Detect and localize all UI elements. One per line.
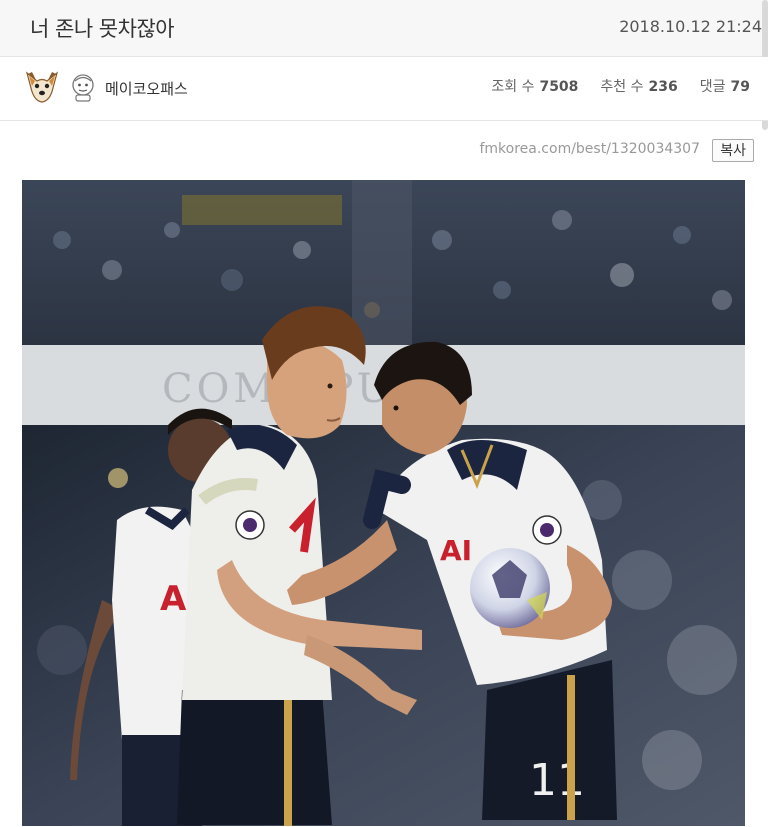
- comment-count[interactable]: 댓글 79: [700, 76, 750, 96]
- comment-count-label: 댓글: [699, 79, 726, 95]
- upvote-count: 추천 수 236: [600, 76, 677, 96]
- user-level-icon: [69, 72, 97, 102]
- author-name-link[interactable]: 메이코오패스: [105, 78, 188, 99]
- svg-text:AI: AI: [440, 534, 472, 567]
- short-url-row: fmkorea.com/best/1320034307 복사: [0, 138, 768, 166]
- comment-count-value: 79: [730, 79, 750, 95]
- copy-url-button[interactable]: 복사: [712, 139, 754, 162]
- short-url-text: fmkorea.com/best/1320034307: [479, 141, 700, 157]
- post-title: 너 존나 못차잖아: [30, 17, 175, 41]
- post-title-bar: 너 존나 못차잖아 2018.10.12 21:24: [0, 0, 768, 57]
- view-count-label: 조회 수: [491, 79, 535, 95]
- post-image[interactable]: COM SPURS A: [22, 180, 745, 826]
- post-meta-bar: 메이코오패스 조회 수 7508 추천 수 236 댓글 79: [0, 57, 768, 121]
- upvote-count-value: 236: [648, 79, 678, 95]
- upvote-count-label: 추천 수: [600, 79, 644, 95]
- author-avatar-icon[interactable]: [24, 68, 60, 104]
- view-count-value: 7508: [539, 79, 579, 95]
- view-count: 조회 수 7508: [491, 76, 578, 96]
- shirt-number: 11: [529, 755, 585, 806]
- post-stats: 조회 수 7508 추천 수 236 댓글 79: [491, 76, 750, 96]
- post-date: 2018.10.12 21:24: [619, 17, 762, 36]
- svg-text:A: A: [160, 579, 187, 619]
